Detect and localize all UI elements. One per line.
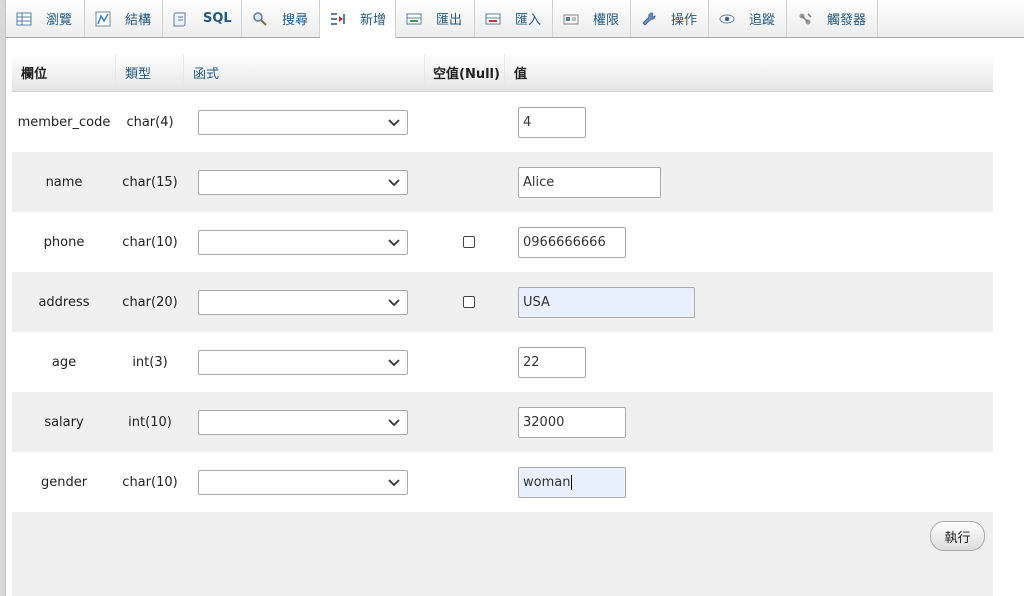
header-value: 值	[514, 67, 528, 82]
tab-label: 搜尋	[282, 13, 309, 28]
tab-label: 新增	[360, 13, 387, 28]
tab-privileges[interactable]: 權限	[553, 0, 631, 37]
tab-import[interactable]: 匯入	[475, 0, 553, 37]
column-name: member_code	[17, 114, 111, 130]
chevron-down-icon	[388, 298, 400, 306]
value-input[interactable]: 4	[518, 106, 586, 138]
column-type: int(3)	[132, 354, 168, 370]
value-input[interactable]: Alice	[518, 166, 661, 198]
column-name: name	[45, 174, 83, 190]
chevron-down-icon	[388, 418, 400, 426]
column-name: address	[38, 294, 90, 310]
header-null: 空值(Null)	[425, 54, 505, 91]
header-function[interactable]: 函式	[184, 54, 425, 91]
import-icon	[485, 11, 501, 27]
insert-form: 欄位 類型 函式 空值(Null) 值 member_code char(4) …	[12, 54, 993, 596]
tab-insert[interactable]: 新增	[320, 0, 396, 38]
column-name: gender	[40, 474, 88, 490]
column-type: char(10)	[122, 234, 178, 250]
eye-icon	[719, 11, 735, 27]
function-select[interactable]	[198, 169, 408, 195]
column-type: char(4)	[126, 114, 174, 130]
search-icon	[252, 11, 268, 27]
value-input[interactable]: USA	[518, 286, 695, 318]
form-footer: 執行	[12, 512, 993, 596]
structure-icon	[95, 11, 111, 27]
tab-label: 匯出	[436, 13, 463, 28]
function-select[interactable]	[198, 469, 408, 495]
value-input-focused[interactable]: woman	[518, 466, 626, 498]
text-caret	[571, 474, 573, 490]
null-checkbox[interactable]	[463, 296, 475, 308]
browse-icon	[16, 11, 32, 27]
table-header: 欄位 類型 函式 空值(Null) 值	[12, 54, 993, 92]
tab-label: 結構	[125, 13, 152, 28]
export-icon	[406, 11, 422, 27]
privileges-icon	[563, 11, 579, 27]
function-select[interactable]	[198, 289, 408, 315]
triggers-icon	[797, 11, 813, 27]
chevron-down-icon	[388, 118, 400, 126]
header-column: 欄位	[12, 54, 116, 91]
chevron-down-icon	[388, 478, 400, 486]
column-name: age	[51, 354, 77, 370]
execute-button[interactable]: 執行	[930, 521, 985, 551]
tab-label: SQL	[203, 11, 232, 26]
column-type: char(10)	[122, 474, 178, 490]
tab-bar: 瀏覽 結構 SQL 搜尋 新增 匯出 匯入 權限 操作 追蹤 觸發器	[6, 0, 1024, 38]
tab-triggers[interactable]: 觸發器	[787, 0, 878, 37]
value-input[interactable]: 0966666666	[518, 226, 626, 258]
tab-label: 操作	[671, 13, 698, 28]
function-select[interactable]	[198, 409, 408, 435]
table-row: age int(3) 22	[12, 332, 993, 392]
tab-label: 瀏覽	[46, 13, 73, 28]
tab-structure[interactable]: 結構	[85, 0, 163, 37]
null-checkbox[interactable]	[463, 236, 475, 248]
column-type: int(10)	[128, 414, 172, 430]
function-select[interactable]	[198, 229, 408, 255]
value-text: woman	[523, 474, 571, 490]
tab-browse[interactable]: 瀏覽	[6, 0, 85, 37]
chevron-down-icon	[388, 358, 400, 366]
sql-icon	[173, 11, 189, 27]
tab-export[interactable]: 匯出	[396, 0, 475, 37]
table-row: name char(15) Alice	[12, 152, 993, 212]
insert-icon	[330, 11, 346, 27]
table-row: member_code char(4) 4	[12, 92, 993, 152]
column-type: char(15)	[122, 174, 178, 190]
chevron-down-icon	[388, 238, 400, 246]
tab-label: 觸發器	[827, 13, 867, 28]
value-input[interactable]: 22	[518, 346, 586, 378]
table-row: phone char(10) 0966666666	[12, 212, 993, 272]
value-input[interactable]: 32000	[518, 406, 626, 438]
left-frame-border	[0, 0, 6, 596]
tab-label: 追蹤	[749, 13, 776, 28]
column-name: phone	[43, 234, 85, 250]
tab-operations[interactable]: 操作	[631, 0, 709, 37]
table-row: address char(20) USA	[12, 272, 993, 332]
column-name: salary	[44, 414, 84, 430]
column-type: char(20)	[122, 294, 178, 310]
header-type[interactable]: 類型	[116, 54, 184, 91]
wrench-icon	[641, 11, 657, 27]
function-select[interactable]	[198, 349, 408, 375]
chevron-down-icon	[388, 178, 400, 186]
tab-tracking[interactable]: 追蹤	[709, 0, 787, 37]
table-row: gender char(10) woman	[12, 452, 993, 512]
table-row: salary int(10) 32000	[12, 392, 993, 452]
tab-label: 匯入	[515, 13, 542, 28]
tab-sql[interactable]: SQL	[163, 0, 242, 37]
function-select[interactable]	[198, 109, 408, 135]
tab-search[interactable]: 搜尋	[242, 0, 320, 37]
tab-label: 權限	[593, 13, 620, 28]
